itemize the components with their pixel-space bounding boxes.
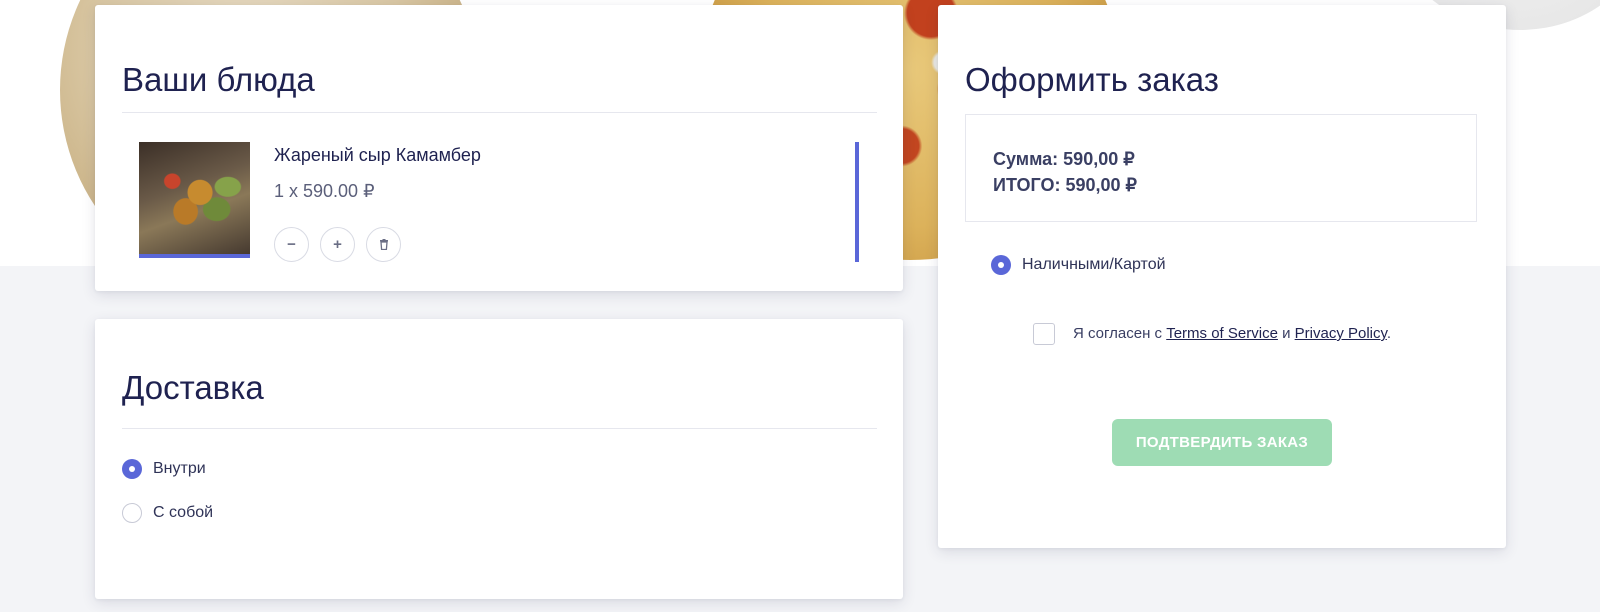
plus-icon: + [333,236,342,253]
dishes-divider [122,112,877,113]
privacy-policy-link[interactable]: Privacy Policy [1295,325,1387,342]
agree-suffix: . [1386,325,1392,342]
agree-and: и [1277,325,1295,342]
remove-dish-button[interactable] [366,227,401,262]
decrease-quantity-button[interactable]: − [274,227,309,262]
order-summary-box: Сумма: 590,00 ₽ ИТОГО: 590,00 ₽ [965,114,1477,222]
payment-radio-cash-card[interactable] [991,255,1011,275]
dish-name: Жареный сыр Камамбер [274,145,481,165]
dishes-card: Ваши блюда Жареный сыр Камамбер 1 x 590.… [95,5,903,291]
terms-of-service-link[interactable]: Terms of Service [1166,325,1278,342]
minus-icon: − [287,236,296,253]
trash-icon [379,239,388,250]
delivery-radio-takeaway[interactable] [122,503,142,523]
agree-text: Я согласен с Terms of Service и Privacy … [1073,325,1391,342]
delivery-card: Доставка Внутри С собой [95,319,903,599]
increase-quantity-button[interactable]: + [320,227,355,262]
delivery-title: Доставка [122,369,264,406]
order-title: Оформить заказ [965,61,1219,98]
delivery-divider [122,428,877,429]
payment-option-label[interactable]: Наличными/Картой [1022,256,1166,274]
confirm-order-button[interactable]: ПОДТВЕРДИТЬ ЗАКАЗ [1112,419,1332,466]
dish-accent-bar [855,142,859,262]
dishes-title: Ваши блюда [122,61,315,98]
delivery-option-label[interactable]: С собой [153,504,213,522]
delivery-option-label[interactable]: Внутри [153,460,206,478]
delivery-radio-inside[interactable] [122,459,142,479]
total-line: ИТОГО: 590,00 ₽ [993,175,1137,195]
sum-line: Сумма: 590,00 ₽ [993,149,1135,169]
agree-prefix: Я согласен с [1073,325,1167,342]
dish-photo [139,142,250,258]
dish-price: 1 x 590.00 ₽ [274,181,375,201]
order-card: Оформить заказ Сумма: 590,00 ₽ ИТОГО: 59… [938,5,1506,548]
agree-checkbox[interactable] [1033,323,1055,345]
